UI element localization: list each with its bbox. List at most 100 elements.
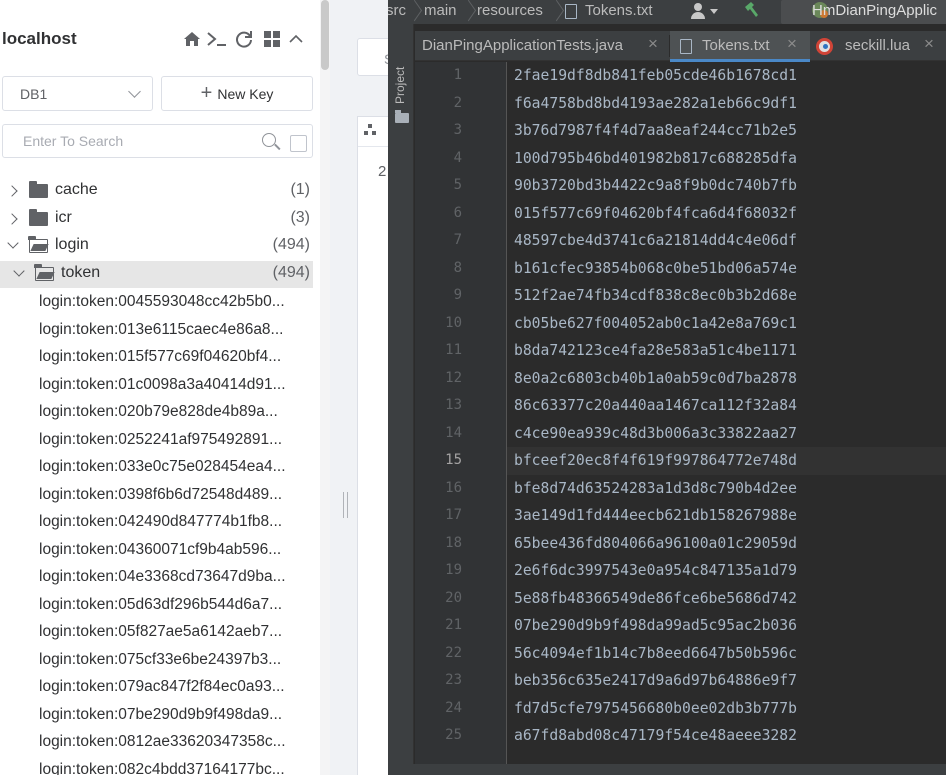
line-number[interactable]: 13 xyxy=(418,392,462,420)
breadcrumb-item[interactable]: src xyxy=(388,2,406,19)
code-line[interactable]: beb356c635e2417d9a6d97b64886e9f7 xyxy=(514,667,797,695)
search-icon[interactable] xyxy=(262,133,276,147)
terminal-icon[interactable] xyxy=(206,28,228,50)
chevron-right-icon[interactable] xyxy=(6,185,18,197)
code-line[interactable]: 015f577c69f04620bf4fca6d4f68032f xyxy=(514,200,797,228)
line-number[interactable]: 25 xyxy=(418,722,462,750)
key-search-input[interactable] xyxy=(21,132,241,150)
code-line[interactable]: 2e6f6dc3997543e0a954c847135a1d79 xyxy=(514,557,797,585)
close-icon[interactable]: × xyxy=(924,34,934,54)
panel-resize-handle[interactable] xyxy=(343,492,348,518)
tree-folder-login[interactable]: login (494) xyxy=(0,233,313,260)
line-number[interactable]: 22 xyxy=(418,640,462,668)
close-icon[interactable]: × xyxy=(787,34,797,54)
key-row[interactable]: login:token:05d63df296b544d6a7... xyxy=(39,591,313,618)
new-key-button[interactable]: + New Key xyxy=(161,76,313,111)
tab-tokens-txt[interactable]: Tokens.txt × xyxy=(670,31,810,62)
code-line[interactable]: b161cfec93854b068c0be51bd06a574e xyxy=(514,255,797,283)
key-row[interactable]: login:token:0045593048cc42b5b0... xyxy=(39,288,313,315)
code-line[interactable]: 3b76d7987f4f4d7aa8eaf244cc71b2e5 xyxy=(514,117,797,145)
collapse-up-icon[interactable] xyxy=(285,28,307,50)
key-row[interactable]: login:token:04e3368cd73647d9ba... xyxy=(39,563,313,590)
build-hammer-icon[interactable] xyxy=(742,1,760,24)
code-line[interactable]: 56c4094ef1b14c7b8eed6647b50b596c xyxy=(514,640,797,668)
tab-seckill-lua[interactable]: seckill.lua × xyxy=(811,31,946,61)
chevron-right-icon[interactable] xyxy=(6,213,18,225)
code-line[interactable]: 100d795b46bd401982b817c688285dfa xyxy=(514,145,797,173)
code-line[interactable]: 90b3720bd3b4422c9a8f9b0dc740b7fb xyxy=(514,172,797,200)
key-row[interactable]: login:token:075cf33e6be24397b3... xyxy=(39,646,313,673)
chevron-down-icon[interactable] xyxy=(7,237,19,249)
key-row[interactable]: login:token:01c0098a3a40414d91... xyxy=(39,371,313,398)
refresh-icon[interactable] xyxy=(233,28,255,50)
line-number[interactable]: 19 xyxy=(418,557,462,585)
code-line[interactable]: fd7d5cfe7975456680b0ee02db3b777b xyxy=(514,695,797,723)
key-row[interactable]: login:token:082c4bdd37164177bc... xyxy=(39,756,313,775)
key-row[interactable]: login:token:04360071cf9b4ab596... xyxy=(39,536,313,563)
line-number[interactable]: 12 xyxy=(418,365,462,393)
code-line[interactable]: f6a4758bd8bd4193ae282a1eb66c9df1 xyxy=(514,90,797,118)
left-scrollbar-thumb[interactable] xyxy=(321,0,329,70)
home-icon[interactable] xyxy=(181,28,203,50)
line-number[interactable]: 16 xyxy=(418,475,462,503)
line-number[interactable]: 20 xyxy=(418,585,462,613)
tree-folder-token[interactable]: token (494) xyxy=(0,261,313,288)
code-line[interactable]: 3ae149d1fd444eecb621db158267988e xyxy=(514,502,797,530)
code-line[interactable]: 48597cbe4d3741c6a21814dd4c4e06df xyxy=(514,227,797,255)
line-number[interactable]: 21 xyxy=(418,612,462,640)
close-icon[interactable]: × xyxy=(648,34,658,54)
line-number[interactable]: 15 xyxy=(418,447,462,475)
key-row[interactable]: login:token:013e6115caec4e86a8... xyxy=(39,316,313,343)
code-line[interactable]: c4ce90ea939c48d3b006a3c33822aa27 xyxy=(514,420,797,448)
line-number[interactable]: 18 xyxy=(418,530,462,558)
line-number[interactable]: 23 xyxy=(418,667,462,695)
key-row[interactable]: login:token:020b79e828de4b89a... xyxy=(39,398,313,425)
code-line[interactable]: bfceef20ec8f4f619f997864772e748d xyxy=(514,447,797,475)
line-number[interactable]: 10 xyxy=(418,310,462,338)
tab-dianping-tests[interactable]: DianPingApplicationTests.java × xyxy=(415,31,669,61)
key-row[interactable]: login:token:07be290d9b9f498da9... xyxy=(39,701,313,728)
caret-down-icon[interactable] xyxy=(710,9,718,14)
code-line[interactable]: 512f2ae74fb34cdf838c8ec0b3b2d68e xyxy=(514,282,797,310)
tree-folder-icr[interactable]: icr (3) xyxy=(0,206,313,233)
line-number[interactable]: 17 xyxy=(418,502,462,530)
key-row[interactable]: login:token:0812ae33620347358c... xyxy=(39,728,313,755)
code-line[interactable]: 65bee436fd804066a96100a01c29059d xyxy=(514,530,797,558)
breadcrumb-item[interactable]: main xyxy=(424,2,457,19)
line-number[interactable]: 3 xyxy=(418,117,462,145)
code-line[interactable]: 07be290d9b9f498da99ad5c95ac2b036 xyxy=(514,612,797,640)
line-number[interactable]: 11 xyxy=(418,337,462,365)
code-line[interactable]: 2fae19df8db841feb05cde46b1678cd1 xyxy=(514,62,797,90)
line-number[interactable]: 6 xyxy=(418,200,462,228)
code-line[interactable]: bfe8d74d63524283a1d3d8c790b4d2ee xyxy=(514,475,797,503)
key-row[interactable]: login:token:05f827ae5a6142aeb7... xyxy=(39,618,313,645)
key-row[interactable]: login:token:0252241af975492891... xyxy=(39,426,313,453)
key-row[interactable]: login:token:0398f6b6d72548d489... xyxy=(39,481,313,508)
folder-icon[interactable] xyxy=(395,110,409,123)
line-number[interactable]: 8 xyxy=(418,255,462,283)
key-row[interactable]: login:token:015f577c69f04620bf4... xyxy=(39,343,313,370)
project-tool-button[interactable]: Project xyxy=(393,67,407,104)
tree-structure-icon[interactable] xyxy=(364,124,377,135)
code-line[interactable]: 8e0a2c6803cb40b1a0ab59c0d7ba2878 xyxy=(514,365,797,393)
line-number[interactable]: 2 xyxy=(418,90,462,118)
key-row[interactable]: login:token:042490d847774b1fb8... xyxy=(39,508,313,535)
chevron-down-icon[interactable] xyxy=(13,265,25,277)
line-number[interactable]: 4 xyxy=(418,145,462,173)
line-number[interactable]: 5 xyxy=(418,172,462,200)
grid-icon[interactable] xyxy=(261,28,283,50)
breadcrumb-item[interactable]: resources xyxy=(477,2,543,19)
user-icon[interactable] xyxy=(690,3,706,19)
code-line[interactable]: a67fd8abd08c47179f54ce48aeee3282 xyxy=(514,722,797,750)
breadcrumb-item[interactable]: Tokens.txt xyxy=(585,2,653,19)
line-number[interactable]: 9 xyxy=(418,282,462,310)
line-number[interactable]: 24 xyxy=(418,695,462,723)
key-row[interactable]: login:token:079ac847f2f84ec0a93... xyxy=(39,673,313,700)
code-line[interactable]: 5e88fb48366549de86fce6be5686d742 xyxy=(514,585,797,613)
code-line[interactable]: b8da742123ce4fa28e583a51c4be1171 xyxy=(514,337,797,365)
code-line[interactable]: 86c63377c20a440aa1467ca112f32a84 xyxy=(514,392,797,420)
detail-tab[interactable]: S xyxy=(357,38,388,76)
left-scrollbar-track[interactable] xyxy=(320,0,330,775)
tree-folder-cache[interactable]: cache (1) xyxy=(0,178,313,205)
line-number[interactable]: 14 xyxy=(418,420,462,448)
